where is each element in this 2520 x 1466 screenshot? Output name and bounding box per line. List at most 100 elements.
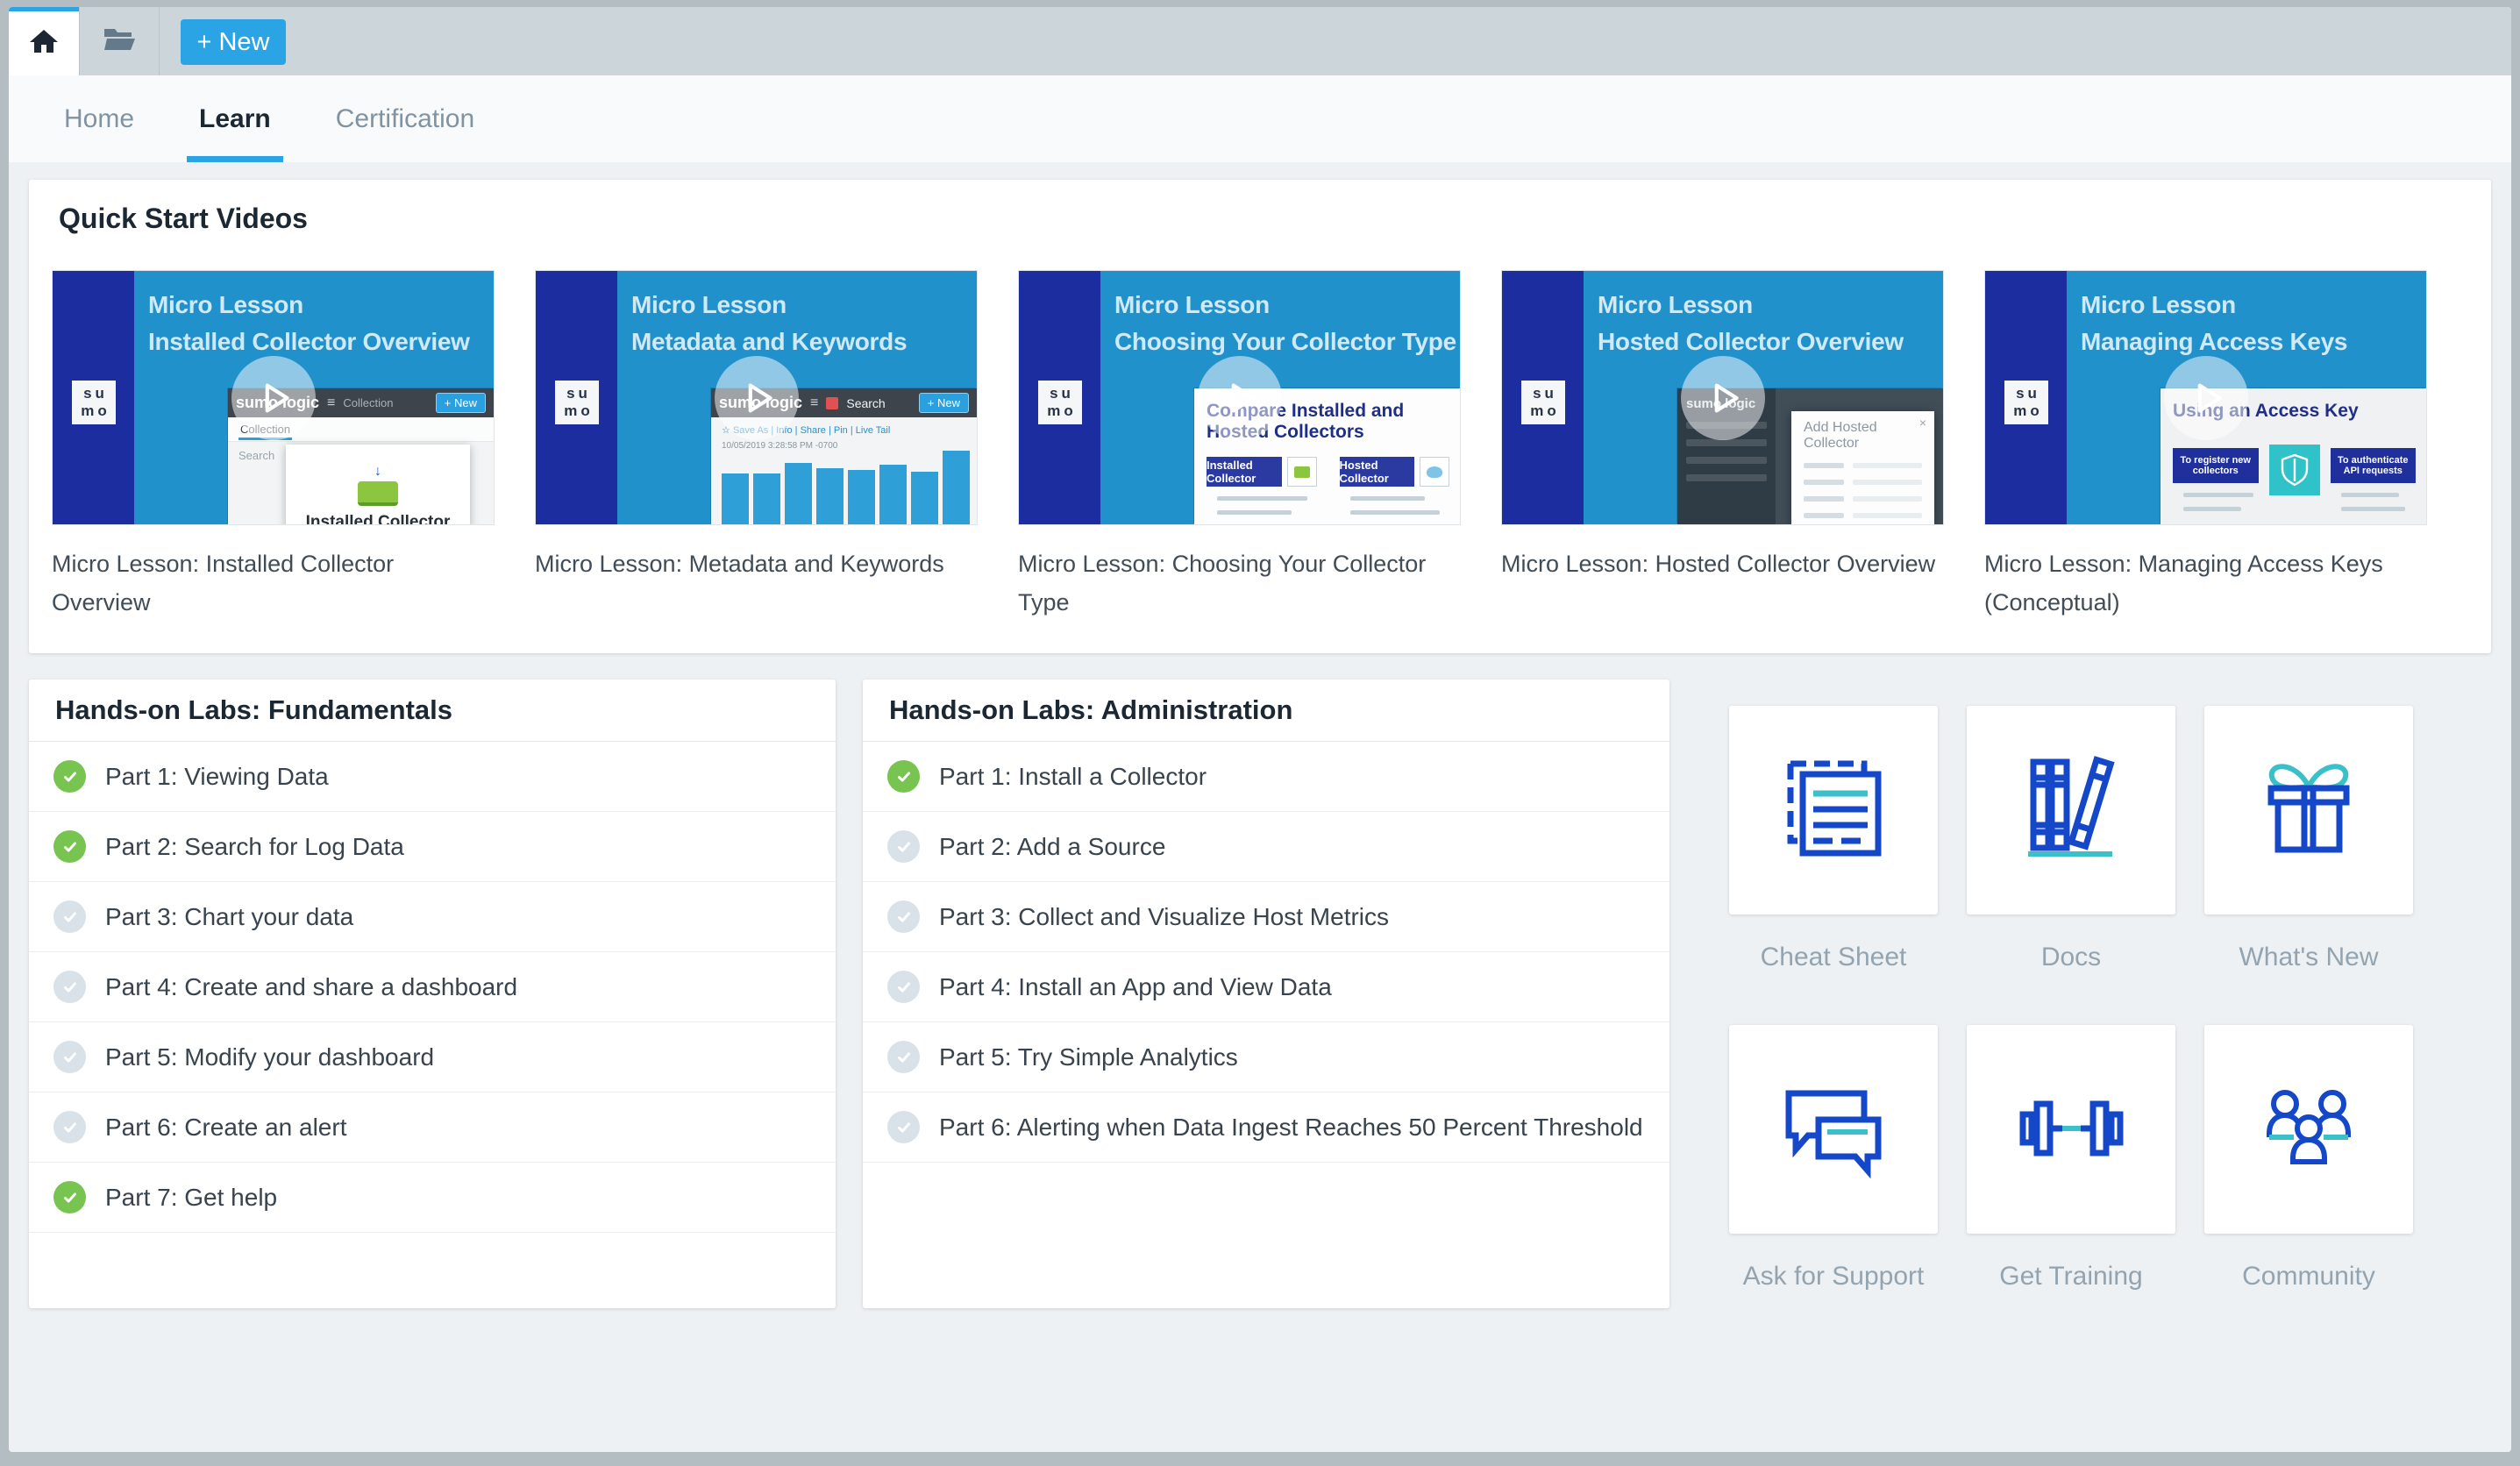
check-icon	[887, 1041, 920, 1073]
resource-ask-for-support[interactable]: Ask for Support	[1729, 1025, 1938, 1292]
chat-bubbles-icon	[1776, 1071, 1890, 1189]
hosted-collector-box: Hosted Collector	[1340, 457, 1415, 487]
play-button-icon	[1681, 356, 1765, 440]
sumo-logo: sumo	[72, 381, 116, 424]
check-icon	[53, 1111, 86, 1143]
dumbbell-icon	[2014, 1071, 2128, 1189]
people-icon	[2252, 1071, 2366, 1189]
check-icon	[53, 760, 86, 793]
lab-item[interactable]: Part 2: Add a Source	[863, 812, 1669, 882]
close-icon: ×	[1919, 416, 1926, 430]
video-installed-collector-overview[interactable]: sumo Micro Lesson Installed Collector Ov…	[52, 270, 495, 622]
check-icon	[887, 830, 920, 863]
lab-item-label: Part 6: Create an alert	[105, 1114, 346, 1142]
shield-icon	[2269, 445, 2320, 495]
sumo-logo: sumo	[1521, 381, 1565, 424]
nav-tab-learn[interactable]: Learn	[199, 75, 271, 162]
lab-item-label: Part 5: Modify your dashboard	[105, 1043, 434, 1071]
thumb-title-line1: Micro Lesson	[631, 287, 977, 324]
check-icon	[53, 830, 86, 863]
thumb-title-line2: Managing Access Keys	[2081, 324, 2426, 360]
mini-card-label: Installed Collector	[306, 513, 451, 524]
download-arrow-icon: ↓	[374, 466, 381, 478]
thumb-title-line2: Installed Collector Overview	[148, 324, 494, 360]
books-icon	[2014, 751, 2128, 870]
video-choosing-collector-type[interactable]: sumo Micro Lesson Choosing Your Collecto…	[1018, 270, 1461, 622]
gift-icon	[2252, 751, 2366, 870]
search-tab-icon	[826, 397, 838, 409]
mini-search: Search	[238, 449, 274, 462]
sumo-logo: sumo	[2004, 381, 2048, 424]
thumb-title-line1: Micro Lesson	[1598, 287, 1943, 324]
mini-new-chip: + New	[919, 393, 969, 413]
video-metadata-and-keywords[interactable]: sumo Micro Lesson Metadata and Keywords …	[535, 270, 978, 622]
video-thumbnail: sumo Micro Lesson Hosted Collector Overv…	[1501, 270, 1944, 525]
video-thumbnail: sumo Micro Lesson Metadata and Keywords …	[535, 270, 978, 525]
labs-fundamentals-card: Hands-on Labs: Fundamentals Part 1: View…	[29, 680, 836, 1308]
thumb-title-line2: Choosing Your Collector Type	[1114, 324, 1460, 360]
lab-item-label: Part 3: Chart your data	[105, 903, 353, 931]
lab-item[interactable]: Part 6: Create an alert	[29, 1092, 836, 1163]
resource-docs[interactable]: Docs	[1967, 706, 2175, 972]
lab-item-label: Part 3: Collect and Visualize Host Metri…	[939, 903, 1389, 931]
play-button-icon	[1198, 356, 1282, 440]
video-thumbnail: sumo Micro Lesson Managing Access Keys U…	[1984, 270, 2427, 525]
resource-label: Community	[2242, 1262, 2375, 1292]
check-icon	[53, 971, 86, 1003]
lab-item[interactable]: Part 7: Get help	[29, 1163, 836, 1233]
video-caption: Micro Lesson: Metadata and Keywords	[535, 544, 978, 583]
check-icon	[53, 900, 86, 933]
nav-tab-home[interactable]: Home	[64, 75, 134, 162]
resource-whats-new[interactable]: What's New	[2204, 706, 2413, 972]
lab-item-label: Part 2: Add a Source	[939, 833, 1165, 861]
resource-get-training[interactable]: Get Training	[1967, 1025, 2175, 1292]
thumb-title-line1: Micro Lesson	[2081, 287, 2426, 324]
lab-item[interactable]: Part 6: Alerting when Data Ingest Reache…	[863, 1092, 1669, 1163]
video-hosted-collector-overview[interactable]: sumo Micro Lesson Hosted Collector Overv…	[1501, 270, 1944, 622]
labs-administration-title: Hands-on Labs: Administration	[863, 680, 1669, 742]
video-thumbnail: sumo Micro Lesson Choosing Your Collecto…	[1018, 270, 1461, 525]
labs-and-resources-row: Hands-on Labs: Fundamentals Part 1: View…	[29, 680, 2491, 1308]
new-button[interactable]: + New	[181, 19, 286, 65]
mini-search-tab: Search	[846, 396, 885, 410]
lab-item[interactable]: Part 1: Install a Collector	[863, 742, 1669, 812]
lab-item[interactable]: Part 4: Create and share a dashboard	[29, 952, 836, 1022]
video-managing-access-keys[interactable]: sumo Micro Lesson Managing Access Keys U…	[1984, 270, 2427, 622]
resource-grid: Cheat Sheet	[1729, 706, 2413, 1292]
mini-bar-chart	[722, 449, 970, 524]
lab-item[interactable]: Part 3: Collect and Visualize Host Metri…	[863, 882, 1669, 952]
menu-icon: ≡	[327, 395, 335, 411]
lab-item-label: Part 1: Viewing Data	[105, 763, 329, 791]
nav-tab-certification[interactable]: Certification	[336, 75, 474, 162]
home-tab[interactable]	[9, 7, 79, 75]
lab-item[interactable]: Part 5: Try Simple Analytics	[863, 1022, 1669, 1092]
lab-item-label: Part 4: Create and share a dashboard	[105, 973, 517, 1001]
thumb-title-line1: Micro Lesson	[148, 287, 494, 324]
lab-item-label: Part 6: Alerting when Data Ingest Reache…	[939, 1114, 1643, 1142]
home-icon	[29, 28, 59, 59]
check-icon	[887, 900, 920, 933]
thumb-brand-strip: sumo	[1985, 271, 2067, 524]
sumo-logo: sumo	[1038, 381, 1082, 424]
lab-item[interactable]: Part 4: Install an App and View Data	[863, 952, 1669, 1022]
check-icon	[53, 1181, 86, 1213]
thumb-title-line2: Metadata and Keywords	[631, 324, 977, 360]
resource-community[interactable]: Community	[2204, 1025, 2413, 1292]
video-thumbnail: sumo Micro Lesson Installed Collector Ov…	[52, 270, 495, 525]
lab-item[interactable]: Part 1: Viewing Data	[29, 742, 836, 812]
lab-item[interactable]: Part 2: Search for Log Data	[29, 812, 836, 882]
resource-cheat-sheet[interactable]: Cheat Sheet	[1729, 706, 1938, 972]
lab-item[interactable]: Part 3: Chart your data	[29, 882, 836, 952]
mini-new-chip: + New	[436, 393, 486, 413]
collector-monitor-icon	[358, 481, 398, 506]
register-collectors-box: To register new collectors	[2173, 448, 2259, 483]
resource-label: Cheat Sheet	[1761, 943, 1907, 972]
learn-content: Quick Start Videos sumo Micro Lesson Ins…	[9, 162, 2511, 1452]
folder-tab[interactable]	[79, 7, 160, 75]
authenticate-api-box: To authenticate API requests	[2331, 448, 2417, 483]
lab-item[interactable]: Part 5: Modify your dashboard	[29, 1022, 836, 1092]
quick-start-videos-card: Quick Start Videos sumo Micro Lesson Ins…	[29, 180, 2491, 653]
thumb-title-line1: Micro Lesson	[1114, 287, 1460, 324]
thumb-brand-strip: sumo	[1019, 271, 1100, 524]
resource-label: What's New	[2239, 943, 2378, 972]
